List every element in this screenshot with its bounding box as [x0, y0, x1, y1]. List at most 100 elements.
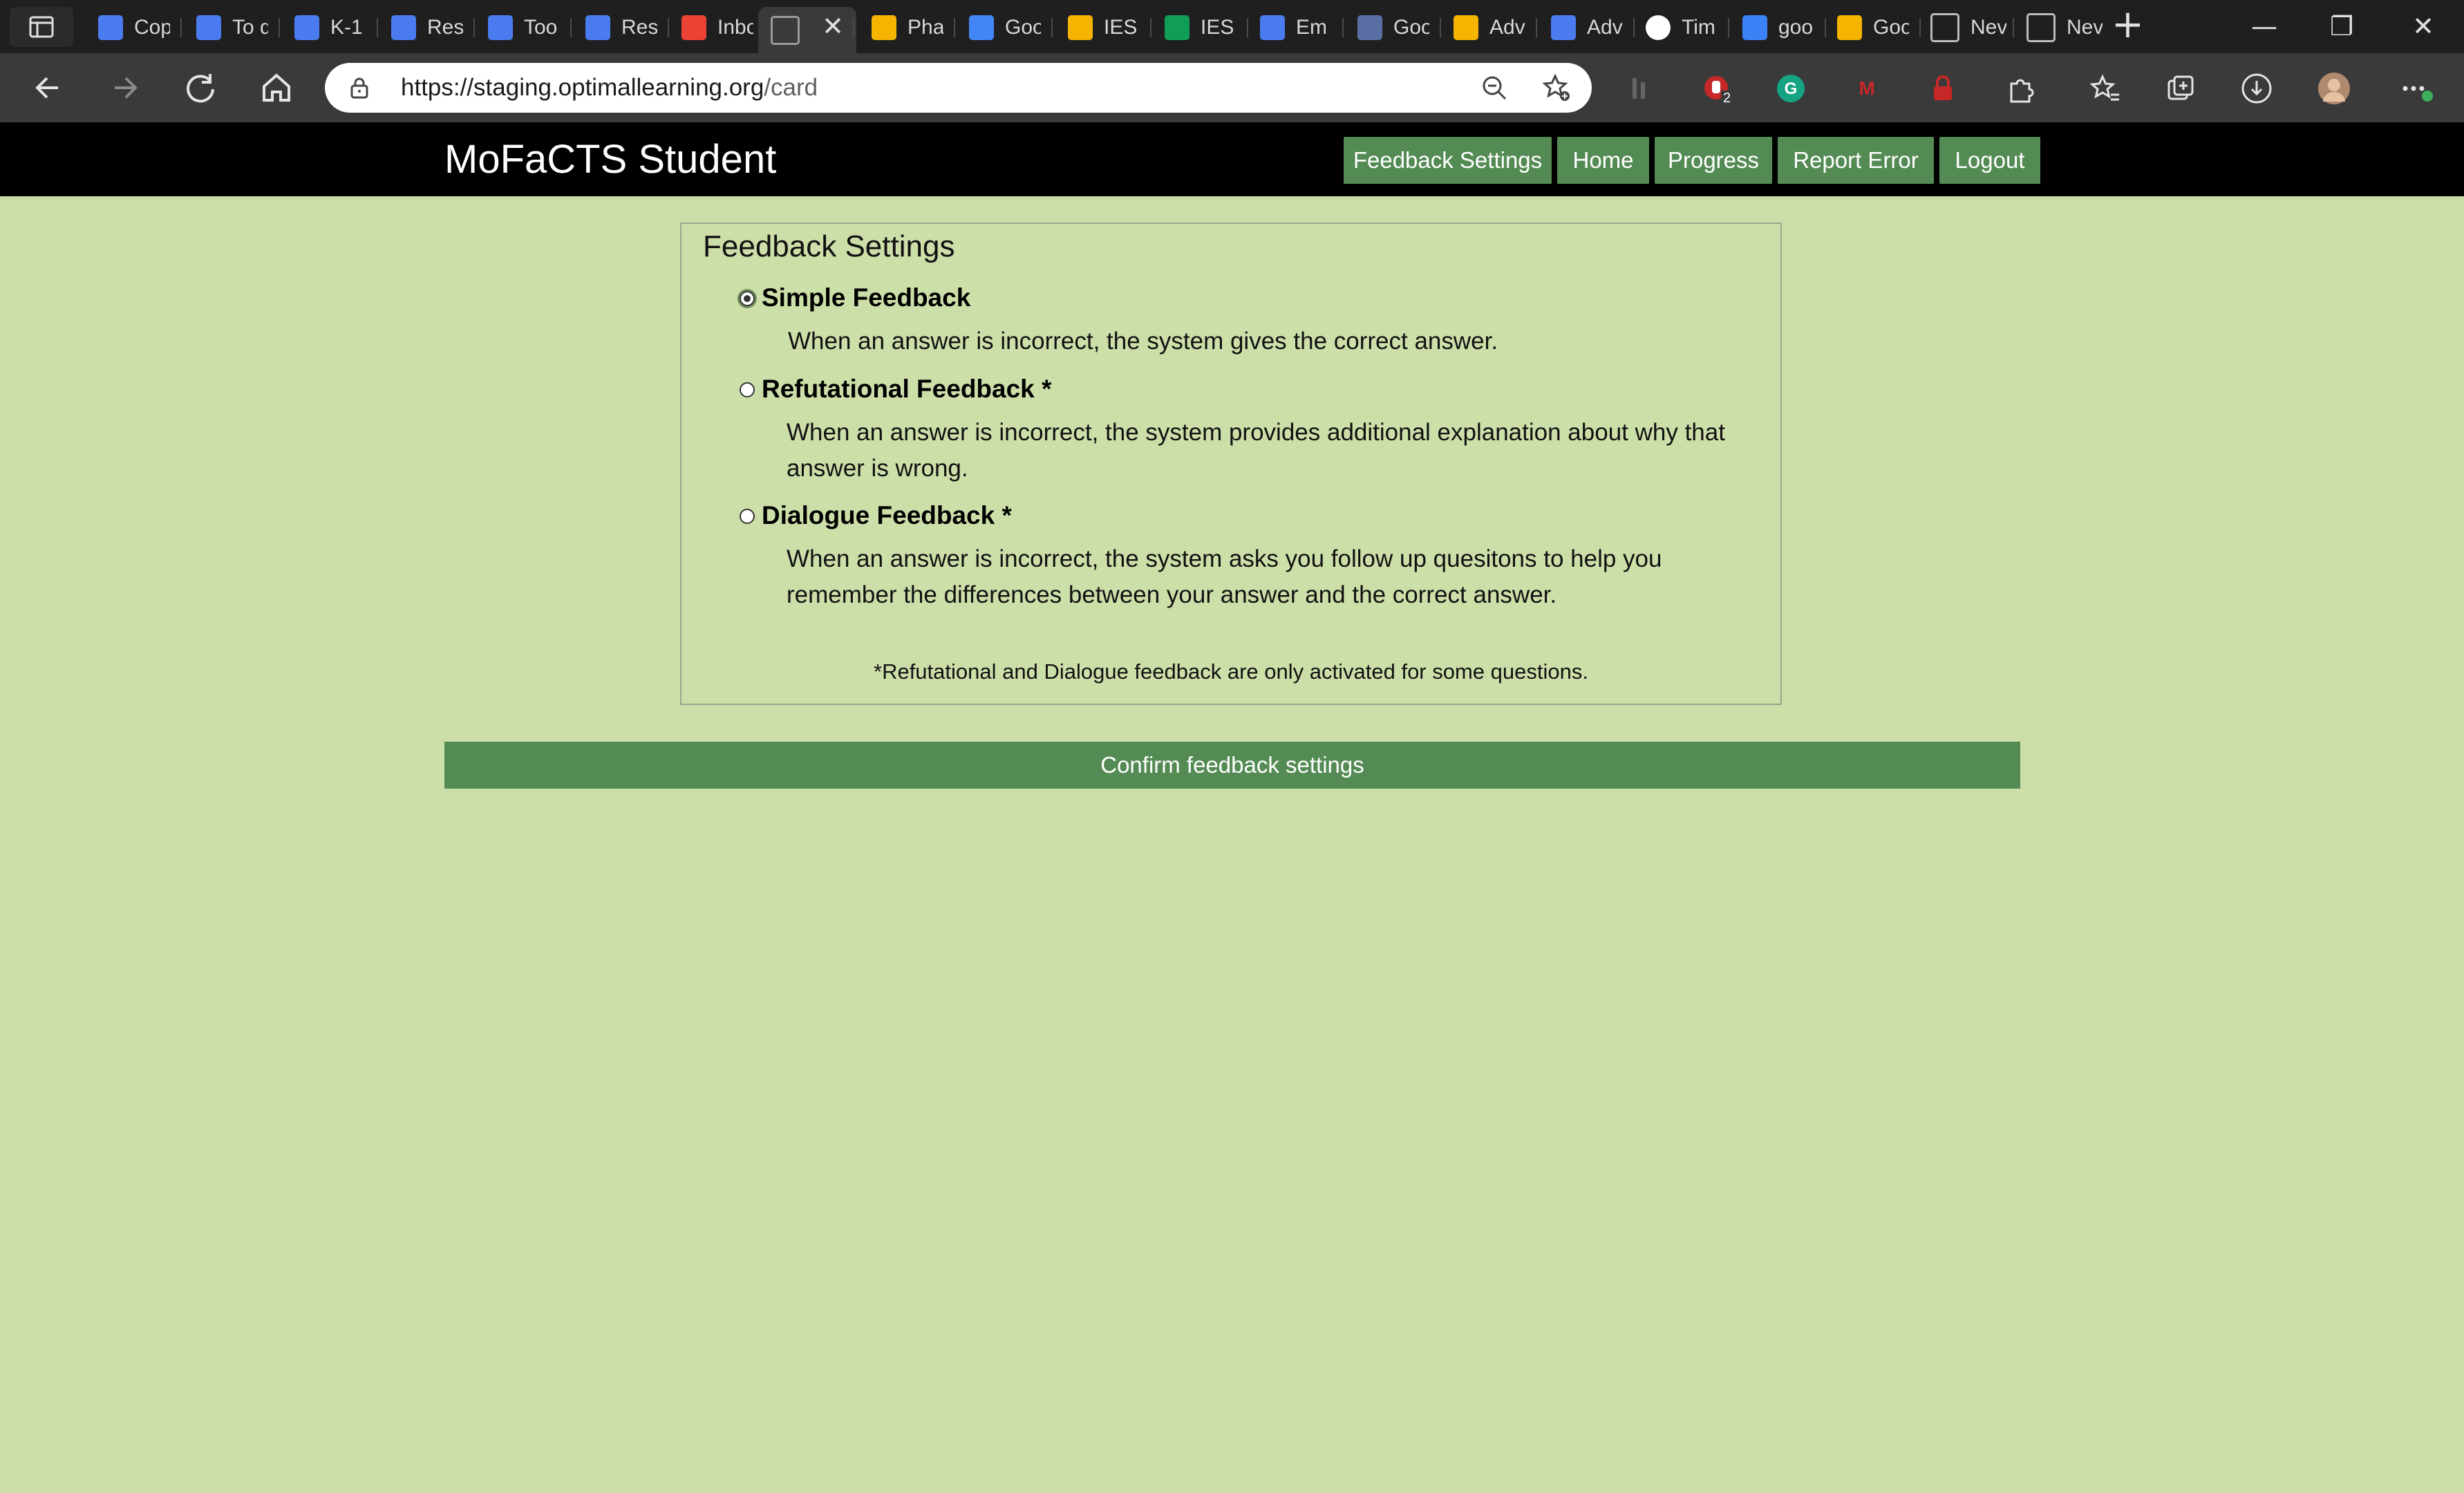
browser-tab[interactable]: Cop: [86, 7, 182, 48]
extensions-puzzle-icon[interactable]: [2003, 71, 2038, 106]
browser-tab[interactable]: Tim: [1633, 7, 1730, 48]
svg-text:G: G: [1785, 79, 1798, 98]
browser-tab[interactable]: Goo: [957, 7, 1053, 48]
browser-tab-title: Pha: [907, 16, 943, 39]
nav-home[interactable]: Home: [1557, 137, 1649, 184]
browser-tab[interactable]: Adv: [1539, 7, 1635, 48]
browser-tab-title: K-1: [330, 16, 363, 39]
tab-separator: [180, 18, 182, 37]
nav-logout[interactable]: Logout: [1939, 137, 2040, 184]
docs-icon: [585, 15, 610, 40]
brand-title[interactable]: MoFaCTS Student: [444, 122, 776, 196]
browser-tab[interactable]: IES: [1055, 7, 1152, 48]
forward-button[interactable]: [102, 66, 147, 110]
tab-separator: [1342, 18, 1344, 37]
url-text[interactable]: https://staging.optimallearning.org/card: [401, 63, 818, 113]
close-tab-icon[interactable]: ✕: [822, 11, 844, 42]
refutational-feedback-label[interactable]: Refutational Feedback *: [762, 375, 1051, 404]
browser-tab[interactable]: ✕: [758, 7, 856, 53]
tab-actions-icon: [29, 16, 54, 38]
new-tab-button[interactable]: +: [2112, 4, 2144, 46]
panel-title: Feedback Settings: [703, 229, 955, 263]
feedback-settings-panel: Feedback Settings Simple Feedback When a…: [680, 223, 1782, 705]
back-arrow-icon: [35, 77, 58, 99]
browser-tab[interactable]: Adv: [1441, 7, 1538, 48]
browser-tab[interactable]: Inbo: [669, 7, 766, 48]
page-icon: [771, 15, 800, 45]
tab-separator: [473, 18, 475, 37]
browser-tab[interactable]: goo: [1730, 7, 1827, 48]
adblock-extension-icon[interactable]: 2: [1700, 71, 1735, 106]
browser-tab[interactable]: Em: [1248, 7, 1344, 48]
newtab-icon: [2026, 13, 2056, 42]
docs-icon: [1551, 15, 1576, 40]
favorites-icon[interactable]: [2087, 71, 2122, 106]
close-window-button[interactable]: ✕: [2396, 7, 2451, 46]
zoom-out-icon[interactable]: [1479, 73, 1510, 103]
browser-tab[interactable]: To d: [184, 7, 281, 48]
browser-tab[interactable]: Nev: [2014, 7, 2111, 48]
browser-toolbar: https://staging.optimallearning.org/card…: [0, 53, 2464, 122]
confirm-feedback-button[interactable]: Confirm feedback settings: [444, 742, 2020, 789]
calendar-icon: [969, 15, 994, 40]
drive-icon: [1068, 15, 1093, 40]
lock-extension-icon[interactable]: [1926, 71, 1960, 106]
drive-icon: [872, 15, 896, 40]
settings-more-icon[interactable]: [2398, 71, 2433, 106]
browser-tab[interactable]: Pha: [859, 7, 956, 48]
browser-tab-title: Inbo: [717, 16, 753, 39]
minimize-button[interactable]: —: [2237, 7, 2292, 46]
tab-separator: [1728, 18, 1729, 37]
forward-arrow-icon: [115, 77, 138, 99]
dialogue-feedback-label[interactable]: Dialogue Feedback *: [762, 501, 1012, 530]
reload-icon: [187, 74, 214, 103]
dialogue-feedback-radio[interactable]: [740, 509, 755, 524]
grammarly-extension-icon[interactable]: G: [1774, 71, 1808, 106]
browser-tab-title: Nev: [1971, 16, 2006, 39]
newtab-icon: [1930, 13, 1959, 42]
restore-button[interactable]: ❐: [2314, 7, 2369, 46]
browser-tab[interactable]: Res: [379, 7, 476, 48]
docs-icon: [196, 15, 221, 40]
tab-separator: [377, 18, 378, 37]
browser-tab[interactable]: Nev: [1918, 7, 2015, 48]
docs-icon: [391, 15, 416, 40]
nav-progress[interactable]: Progress: [1655, 137, 1772, 184]
gmail-icon: [681, 15, 706, 40]
browser-tab-title: IES: [1201, 16, 1234, 39]
mcafee-extension-icon[interactable]: M: [1850, 71, 1884, 106]
browser-tab-title: Res: [621, 16, 657, 39]
nav-feedback-settings[interactable]: Feedback Settings: [1344, 137, 1552, 184]
downloads-icon[interactable]: [2239, 71, 2274, 106]
browser-tab[interactable]: K-1: [282, 7, 379, 48]
nav-report-error[interactable]: Report Error: [1778, 137, 1934, 184]
browser-tab[interactable]: Goo: [1345, 7, 1442, 48]
reload-button[interactable]: [178, 66, 223, 110]
browser-tab-title: Too: [524, 16, 558, 39]
browser-tab[interactable]: IES: [1152, 7, 1249, 48]
add-favorite-icon[interactable]: [1541, 73, 1572, 103]
back-button[interactable]: [26, 66, 70, 110]
browser-tab-title: Nev: [2067, 16, 2103, 39]
tab-separator: [279, 18, 280, 37]
simple-feedback-label[interactable]: Simple Feedback: [762, 283, 970, 312]
lock-icon: [350, 77, 368, 99]
profile-avatar[interactable]: [2317, 71, 2351, 106]
simple-feedback-radio[interactable]: [740, 291, 755, 306]
drive-icon: [1454, 15, 1478, 40]
browser-tab-title: Cop: [134, 16, 170, 39]
extension-bars-icon[interactable]: [1624, 71, 1659, 106]
browser-tab[interactable]: Goo: [1825, 7, 1921, 48]
refutational-feedback-description: When an answer is incorrect, the system …: [787, 419, 1725, 482]
browser-tab[interactable]: Too: [476, 7, 572, 48]
tab-actions-button[interactable]: [10, 7, 73, 47]
tab-separator: [1150, 18, 1151, 37]
tab-separator: [1536, 18, 1537, 37]
address-bar[interactable]: https://staging.optimallearning.org/card: [325, 63, 1592, 113]
browser-tab-title: goo: [1778, 16, 1814, 39]
browser-tab[interactable]: Res: [573, 7, 670, 48]
browser-tab-title: Tim: [1682, 16, 1715, 39]
collections-icon[interactable]: [2163, 71, 2198, 106]
refutational-feedback-radio[interactable]: [740, 382, 755, 397]
home-button[interactable]: [254, 66, 299, 110]
